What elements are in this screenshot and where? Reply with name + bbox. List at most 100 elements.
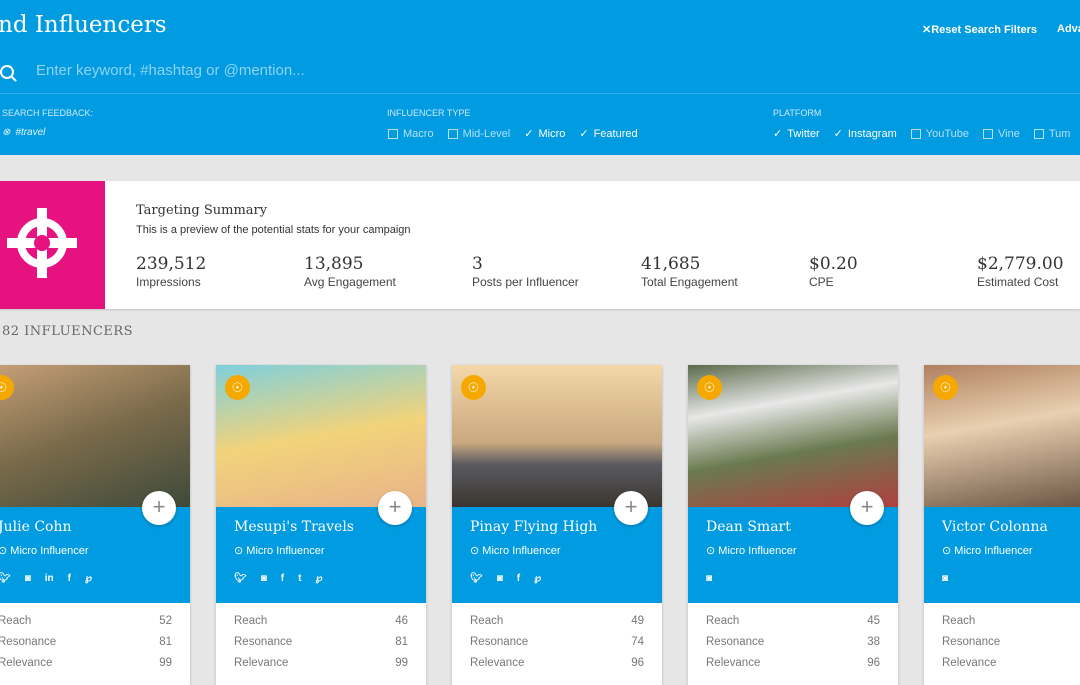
check-icon: ✓ <box>524 128 534 140</box>
influencer-photo <box>0 365 190 507</box>
summary-stat: $2,779.00 Estimated Cost <box>977 254 1064 289</box>
social-links: 🐦︎ ◙ in f ℘ <box>0 573 92 584</box>
summary-stat: 41,685 Total Engagement <box>641 254 738 289</box>
close-icon: ✕ <box>922 24 932 36</box>
metric-row: Resonance 74 <box>470 636 644 648</box>
influencer-type: ⊙ Micro Influencer <box>942 545 1033 557</box>
feedback-tag[interactable]: ⊗ #travel <box>2 127 45 138</box>
pinterest-icon[interactable]: ℘ <box>315 573 322 584</box>
pinterest-icon[interactable]: ℘ <box>85 573 92 584</box>
influencer-card[interactable]: ☉ + Mesupi's Travels ⊙ Micro Influencer … <box>216 365 426 685</box>
filter-option-tum[interactable]: Tum <box>1033 127 1070 140</box>
summary-stat: 239,512 Impressions <box>136 254 207 289</box>
metrics: Reach 49 Resonance 74 Relevance 96 <box>470 615 644 678</box>
influencer-card[interactable]: ☉ + Pinay Flying High ⊙ Micro Influencer… <box>452 365 662 685</box>
social-links: 🐦︎ ◙ f t ℘ <box>234 573 322 584</box>
target-icon: ⊙ <box>706 545 716 557</box>
advanced-button[interactable]: Adva <box>1057 23 1080 35</box>
add-influencer-button[interactable]: + <box>378 491 412 525</box>
filter-option-instagram[interactable]: ✓ Instagram <box>833 127 897 141</box>
metrics: Reach 52 Resonance 81 Relevance 99 <box>0 615 172 678</box>
twitter-icon[interactable]: 🐦︎ <box>0 573 11 584</box>
checkbox[interactable] <box>1033 128 1044 139</box>
summary-stat: 3 Posts per Influencer <box>472 254 579 289</box>
metrics: Reach 45 Resonance 38 Relevance 96 <box>706 615 880 678</box>
filter-option-twitter[interactable]: ✓ Twitter <box>773 127 820 141</box>
filter-option-mid-level[interactable]: Mid-Level <box>447 127 510 140</box>
add-influencer-button[interactable]: + <box>614 491 648 525</box>
search-header: nd Influencers ✕Reset Search Filters Adv… <box>0 0 1080 155</box>
page-title: nd Influencers <box>0 12 167 38</box>
influencer-card[interactable]: ☉ + Julie Cohn ⊙ Micro Influencer 🐦︎ ◙ in f… <box>0 365 190 685</box>
influencer-type: ⊙ Micro Influencer <box>706 545 797 557</box>
influencer-card[interactable]: ☉ + Dean Smart ⊙ Micro Influencer ◙ Reac… <box>688 365 898 685</box>
targeting-summary: Targeting Summary This is a preview of t… <box>0 181 1080 309</box>
summary-stat: 13,895 Avg Engagement <box>304 254 396 289</box>
metric-row: Reach 46 <box>234 615 408 627</box>
search-icon <box>0 65 14 79</box>
instagram-icon[interactable]: ◙ <box>942 573 948 584</box>
metrics: Reach Resonance Relevance <box>942 615 1080 678</box>
instagram-icon[interactable]: ◙ <box>261 573 267 584</box>
target-icon: ⊙ <box>470 545 480 557</box>
platform-label: PLATFORM <box>773 108 822 118</box>
instagram-icon[interactable]: ◙ <box>25 573 31 584</box>
feedback-label: SEARCH FEEDBACK: <box>2 108 94 118</box>
filter-option-vine[interactable]: Vine <box>983 127 1020 140</box>
target-icon: ⊙ <box>0 545 8 557</box>
checkbox[interactable] <box>910 128 921 139</box>
summary-subtitle: This is a preview of the potential stats… <box>136 224 411 236</box>
add-influencer-button[interactable]: + <box>142 491 176 525</box>
linkedin-icon[interactable]: in <box>45 573 54 584</box>
check-icon: ✓ <box>579 128 589 140</box>
checkbox[interactable] <box>983 128 993 139</box>
metric-row: Resonance <box>942 636 1001 648</box>
facebook-icon[interactable]: f <box>68 573 71 584</box>
search-input[interactable] <box>36 62 736 79</box>
influencer-type: ⊙ Micro Influencer <box>0 545 89 557</box>
influencer-type-label: INFLUENCER TYPE <box>387 108 471 118</box>
instagram-icon[interactable]: ◙ <box>706 573 712 584</box>
metrics: Reach 46 Resonance 81 Relevance 99 <box>234 615 408 678</box>
metric-row: Reach 49 <box>470 615 644 627</box>
influencer-name: Dean Smart <box>706 519 791 535</box>
twitter-icon[interactable]: 🐦︎ <box>470 573 483 584</box>
search-bar <box>0 56 1080 94</box>
metric-row: Resonance 81 <box>0 636 172 648</box>
check-icon: ✓ <box>773 128 783 140</box>
filter-option-macro[interactable]: Macro <box>388 127 434 140</box>
metric-row: Reach <box>942 615 976 627</box>
filter-option-youtube[interactable]: YouTube <box>910 127 969 140</box>
remove-tag-icon[interactable]: ⊗ <box>2 127 10 138</box>
metric-row: Resonance 38 <box>706 636 880 648</box>
filter-option-featured[interactable]: ✓ Featured <box>579 127 637 141</box>
instagram-icon[interactable]: ◙ <box>497 573 503 584</box>
social-links: 🐦︎ ◙ f ℘ <box>470 573 541 584</box>
tumblr-icon[interactable]: t <box>298 573 301 584</box>
add-influencer-button[interactable]: + <box>850 491 884 525</box>
influencer-name: Julie Cohn <box>0 519 72 535</box>
filter-option-micro[interactable]: ✓ Micro <box>524 127 565 141</box>
metric-row: Reach 45 <box>706 615 880 627</box>
summary-title: Targeting Summary <box>136 203 268 218</box>
influencer-name: Mesupi's Travels <box>234 519 354 535</box>
target-icon <box>0 181 105 309</box>
target-icon: ⊙ <box>234 545 244 557</box>
reset-filters-button[interactable]: ✕Reset Search Filters <box>922 23 1037 36</box>
facebook-icon[interactable]: f <box>517 573 520 584</box>
twitter-icon[interactable]: 🐦︎ <box>234 573 247 584</box>
pinterest-icon[interactable]: ℘ <box>534 573 541 584</box>
check-icon: ✓ <box>833 128 843 140</box>
metric-row: Reach 52 <box>0 615 172 627</box>
metric-row: Resonance 81 <box>234 636 408 648</box>
influencer-name: Pinay Flying High <box>470 519 598 535</box>
featured-badge-icon: ☉ <box>225 375 250 400</box>
influencer-name: Victor Colonna <box>942 519 1048 535</box>
facebook-icon[interactable]: f <box>281 573 284 584</box>
checkbox[interactable] <box>388 128 398 139</box>
influencer-type: ⊙ Micro Influencer <box>234 545 325 557</box>
influencer-card[interactable]: ☉ + Victor Colonna ⊙ Micro Influencer ◙ … <box>924 365 1080 685</box>
featured-badge-icon: ☉ <box>461 375 486 400</box>
checkbox[interactable] <box>447 128 458 139</box>
featured-badge-icon: ☉ <box>933 375 958 400</box>
